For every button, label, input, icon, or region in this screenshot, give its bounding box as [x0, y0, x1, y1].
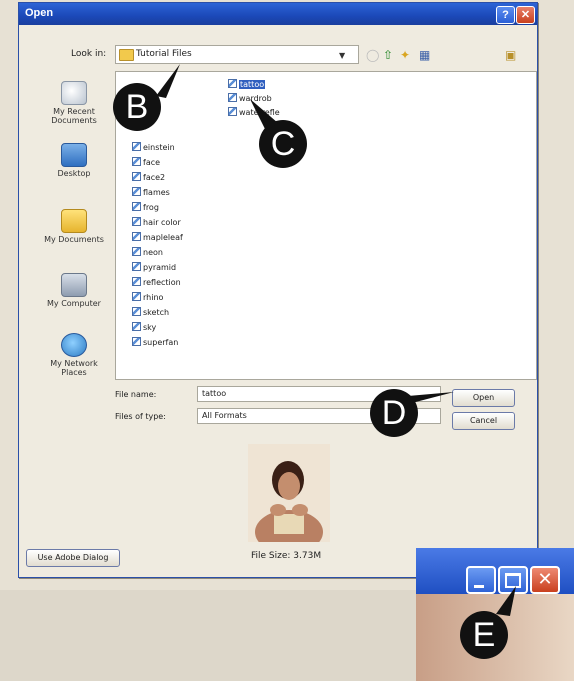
- callout-d-pointer: [408, 392, 454, 404]
- image-file-icon: [132, 262, 141, 271]
- place-label: Desktop: [57, 169, 91, 178]
- use-adobe-dialog-button[interactable]: Use Adobe Dialog: [26, 549, 120, 567]
- callout-e: E: [460, 611, 508, 659]
- file-name-label: File name:: [115, 390, 157, 399]
- file-item[interactable]: face: [132, 157, 160, 168]
- folder-icon: [119, 49, 134, 61]
- desktop-icon: [61, 143, 87, 167]
- place-label: My Computer: [47, 299, 101, 308]
- open-dialog: Open ? ✕ Look in: Tutorial Files ▼ ◯ ⇧ ✦…: [18, 2, 538, 578]
- help-button[interactable]: ?: [496, 6, 515, 24]
- image-file-icon: [132, 232, 141, 241]
- file-item[interactable]: pyramid: [132, 262, 176, 273]
- file-item[interactable]: superfan: [132, 337, 178, 348]
- image-file-icon: [132, 202, 141, 211]
- place-label: My Documents: [44, 235, 104, 244]
- back-icon[interactable]: ◯: [366, 49, 379, 61]
- recent-documents-icon: [61, 81, 87, 105]
- file-item[interactable]: hair color: [132, 217, 181, 228]
- network-places-icon: [61, 333, 87, 357]
- portrait-thumbnail: [248, 444, 330, 542]
- file-item[interactable]: frog: [132, 202, 159, 213]
- my-computer-icon: [61, 273, 87, 297]
- new-folder-icon[interactable]: ✦: [400, 49, 410, 61]
- image-file-icon: [132, 142, 141, 151]
- image-file-icon: [132, 322, 141, 331]
- image-file-icon: [228, 107, 237, 116]
- image-file-icon: [132, 292, 141, 301]
- window-title: Open: [25, 7, 54, 19]
- place-recent-documents[interactable]: My Recent Documents: [41, 81, 107, 125]
- image-file-icon: [132, 277, 141, 286]
- place-label: My Recent Documents: [51, 107, 97, 125]
- image-file-icon: [132, 187, 141, 196]
- folder-up-icon[interactable]: ▣: [505, 49, 516, 61]
- my-documents-icon: [61, 209, 87, 233]
- image-file-icon: [228, 79, 237, 88]
- inset-close-button[interactable]: ✕: [530, 566, 560, 594]
- image-file-icon: [132, 217, 141, 226]
- chevron-down-icon[interactable]: ▼: [339, 51, 345, 60]
- file-name-value: tattoo: [202, 389, 227, 398]
- callout-b-pointer: [156, 64, 180, 98]
- title-bar[interactable]: Open ? ✕: [19, 3, 537, 25]
- place-my-network[interactable]: My Network Places: [41, 333, 107, 377]
- file-item[interactable]: face2: [132, 172, 165, 183]
- image-file-icon: [132, 157, 141, 166]
- file-item[interactable]: rhino: [132, 292, 163, 303]
- file-size-label: File Size: 3.73M: [251, 551, 322, 561]
- image-file-icon: [132, 172, 141, 181]
- file-type-label: Files of type:: [115, 412, 166, 421]
- file-item[interactable]: einstein: [132, 142, 175, 153]
- cancel-button[interactable]: Cancel: [452, 412, 515, 430]
- place-desktop[interactable]: Desktop: [41, 143, 107, 178]
- file-item[interactable]: flames: [132, 187, 170, 198]
- callout-c-pointer: [250, 99, 278, 131]
- view-menu-icon[interactable]: ▦: [419, 49, 430, 61]
- file-item[interactable]: neon: [132, 247, 163, 258]
- place-label: My Network Places: [50, 359, 98, 377]
- file-item[interactable]: sketch: [132, 307, 169, 318]
- image-file-icon: [132, 307, 141, 316]
- file-item[interactable]: reflection: [132, 277, 181, 288]
- open-button[interactable]: Open: [452, 389, 515, 407]
- look-in-value: Tutorial Files: [136, 49, 192, 59]
- image-preview: [248, 444, 330, 542]
- look-in-label: Look in:: [71, 49, 107, 59]
- up-folder-icon[interactable]: ⇧: [383, 49, 393, 61]
- file-item[interactable]: sky: [132, 322, 156, 333]
- file-type-value: All Formats: [202, 411, 247, 420]
- file-item[interactable]: mapleleaf: [132, 232, 183, 243]
- image-file-icon: [132, 337, 141, 346]
- place-my-documents[interactable]: My Documents: [41, 209, 107, 244]
- image-file-icon: [228, 93, 237, 102]
- callout-e-pointer: [496, 586, 516, 616]
- image-file-icon: [132, 247, 141, 256]
- file-list[interactable]: einstein face face2 flames frog hair col…: [115, 71, 537, 380]
- file-item-selected[interactable]: tattoo: [228, 79, 266, 90]
- place-my-computer[interactable]: My Computer: [41, 273, 107, 308]
- close-button[interactable]: ✕: [516, 6, 535, 24]
